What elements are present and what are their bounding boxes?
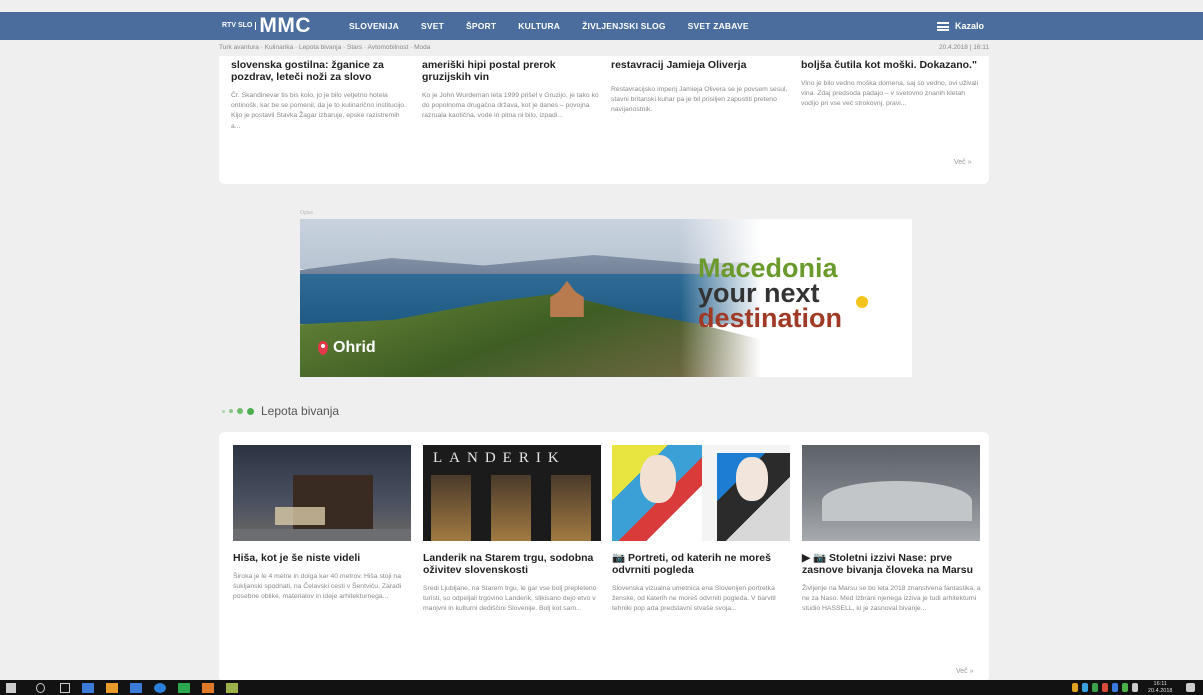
ad-label: Oglas bbox=[300, 210, 314, 216]
tray-icon[interactable] bbox=[1072, 683, 1078, 692]
tray-icon[interactable] bbox=[1102, 683, 1108, 692]
volume-icon[interactable] bbox=[1132, 683, 1138, 692]
camera-icon: 📷 bbox=[813, 552, 827, 564]
more-link[interactable]: Več » bbox=[954, 159, 972, 166]
edge-browser-icon[interactable] bbox=[154, 683, 166, 693]
menu-button[interactable]: Kazalo bbox=[937, 12, 984, 40]
shop-window bbox=[431, 475, 471, 541]
article-excerpt: Ko je John Wurdeman leta 1999 prišel v G… bbox=[422, 92, 599, 120]
article-card[interactable]: Landerik na Starem trgu, sodobna oživite… bbox=[423, 552, 603, 615]
rtv-mmc-logo[interactable]: RTV SLO MMC bbox=[222, 14, 311, 38]
network-icon[interactable] bbox=[1122, 683, 1128, 692]
tray-icon[interactable] bbox=[1092, 683, 1098, 692]
video-icon: ▶ bbox=[802, 552, 811, 564]
tray-icon[interactable] bbox=[1082, 683, 1088, 692]
nav-sport[interactable]: ŠPORT bbox=[466, 21, 496, 31]
sub-navbar: Turk avantura · Kulinarika · Lepota biva… bbox=[219, 44, 989, 54]
article-card[interactable]: ▶ 📷 Stoletni izzivi Nase: prve zasnove b… bbox=[802, 552, 982, 615]
shop-window bbox=[551, 475, 591, 541]
main-nav: SLOVENIJA SVET ŠPORT KULTURA ŽIVLJENJSKI… bbox=[349, 12, 749, 40]
section-links[interactable]: Turk avantura · Kulinarika · Lepota biva… bbox=[219, 44, 430, 51]
location-pin-icon bbox=[318, 341, 328, 355]
article-excerpt: Življenje na Marsu se bo leta 2018 znans… bbox=[802, 585, 981, 613]
dot-icon bbox=[229, 409, 233, 413]
article-card[interactable]: slovenska gostilna: žganice za pozdrav, … bbox=[231, 59, 409, 132]
nav-svet[interactable]: SVET bbox=[421, 21, 444, 31]
banner-slogan: Macedonia your next destination bbox=[698, 255, 843, 333]
camera-icon: 📷 bbox=[612, 552, 626, 564]
article-image[interactable] bbox=[612, 445, 790, 541]
menu-label: Kazalo bbox=[955, 21, 985, 31]
app-icon[interactable] bbox=[82, 683, 94, 693]
article-excerpt: Čr. Skandinevar tis bis kolo, jo je bilo… bbox=[231, 92, 406, 130]
article-excerpt: Vino je bilo vedno moška domena, saj so … bbox=[801, 80, 979, 108]
mars-habitat bbox=[822, 481, 972, 521]
dot-icon bbox=[222, 409, 225, 413]
article-title[interactable]: ameriški hipi postal prerok gruzijskih v… bbox=[422, 59, 600, 83]
article-card[interactable]: Hiša, kot je še niste videli Široka je l… bbox=[233, 552, 413, 603]
top-articles-panel: slovenska gostilna: žganice za pozdrav, … bbox=[219, 56, 989, 184]
nav-slovenija[interactable]: SLOVENIJA bbox=[349, 21, 399, 31]
article-excerpt: Restavracijsko imperij Jamieja Olivera s… bbox=[611, 86, 788, 114]
clock[interactable]: 16:11 20.4.2018 bbox=[1148, 681, 1172, 694]
more-link[interactable]: Več » bbox=[956, 668, 974, 675]
article-card[interactable]: restavracij Jamieja Oliverja Restavracij… bbox=[611, 59, 789, 116]
house-window bbox=[275, 507, 325, 525]
task-view-icon[interactable] bbox=[60, 683, 70, 693]
portrait-face bbox=[736, 457, 768, 501]
logo-rtv-text: RTV SLO bbox=[222, 22, 257, 30]
article-card[interactable]: 📷 Portreti, od katerih ne moreš odvrniti… bbox=[612, 552, 792, 615]
article-title[interactable]: Hiša, kot je še niste videli bbox=[233, 552, 413, 564]
article-title-text: Stoletni izzivi Nase: prve zasnove bivan… bbox=[802, 552, 973, 576]
app-icon[interactable] bbox=[202, 683, 214, 693]
ground bbox=[233, 529, 411, 541]
article-title[interactable]: restavracij Jamieja Oliverja bbox=[611, 59, 789, 71]
article-image[interactable] bbox=[802, 445, 980, 541]
app-icon[interactable] bbox=[106, 683, 118, 693]
shop-window bbox=[491, 475, 531, 541]
article-card[interactable]: boljša čutila kot moški. Dokazano." Vino… bbox=[801, 59, 979, 110]
article-title-text: Portreti, od katerih ne moreš odvrniti p… bbox=[612, 552, 771, 576]
article-image[interactable]: LANDERIK bbox=[423, 445, 601, 541]
dot-icon bbox=[237, 408, 243, 414]
top-navbar: RTV SLO MMC SLOVENIJA SVET ŠPORT KULTURA… bbox=[0, 12, 1203, 40]
app-icon[interactable] bbox=[226, 683, 238, 693]
logo-mmc-text: MMC bbox=[259, 14, 311, 37]
article-title[interactable]: boljša čutila kot moški. Dokazano." bbox=[801, 59, 979, 71]
nav-svet-zabave[interactable]: SVET ZABAVE bbox=[688, 21, 749, 31]
slogan-line-3: destination bbox=[698, 303, 843, 333]
landerik-sign: LANDERIK bbox=[433, 450, 566, 466]
article-card[interactable]: ameriški hipi postal prerok gruzijskih v… bbox=[422, 59, 600, 122]
portrait-face bbox=[640, 455, 676, 503]
sun-icon bbox=[856, 296, 868, 308]
article-excerpt: Sredi Ljubljane, na Starem trgu, le gar … bbox=[423, 585, 597, 613]
section-heading[interactable]: Lepota bivanja bbox=[222, 404, 339, 418]
hamburger-icon bbox=[937, 21, 949, 31]
dot-icon bbox=[247, 407, 254, 415]
article-image[interactable] bbox=[233, 445, 411, 541]
article-title[interactable]: Landerik na Starem trgu, sodobna oživite… bbox=[423, 552, 603, 576]
article-excerpt: Široka je le 4 metre in dolga kar 40 met… bbox=[233, 573, 402, 601]
tray-icon[interactable] bbox=[1112, 683, 1118, 692]
current-date: 20.4.2018 | 16:11 bbox=[938, 44, 989, 51]
article-excerpt: Slovenska vizualna umetnica ena Slovenij… bbox=[612, 585, 776, 613]
search-icon[interactable] bbox=[36, 683, 45, 693]
nav-kultura[interactable]: KULTURA bbox=[518, 21, 560, 31]
article-title[interactable]: 📷 Portreti, od katerih ne moreš odvrniti… bbox=[612, 552, 792, 576]
windows-start-icon[interactable] bbox=[6, 683, 16, 693]
section-title: Lepota bivanja bbox=[261, 404, 340, 418]
article-title[interactable]: slovenska gostilna: žganice za pozdrav, … bbox=[231, 59, 409, 83]
banner-place-name: Ohrid bbox=[333, 339, 376, 356]
notifications-icon[interactable] bbox=[1186, 683, 1195, 692]
nav-zivljenjski-slog[interactable]: ŽIVLJENJSKI SLOG bbox=[582, 21, 666, 31]
app-icon[interactable] bbox=[178, 683, 190, 693]
taskbar: 16:11 20.4.2018 bbox=[0, 680, 1203, 695]
clock-date: 20.4.2018 bbox=[1148, 687, 1173, 694]
banner-place: Ohrid bbox=[318, 339, 376, 357]
mail-icon[interactable] bbox=[130, 683, 142, 693]
article-title[interactable]: ▶ 📷 Stoletni izzivi Nase: prve zasnove b… bbox=[802, 552, 982, 576]
